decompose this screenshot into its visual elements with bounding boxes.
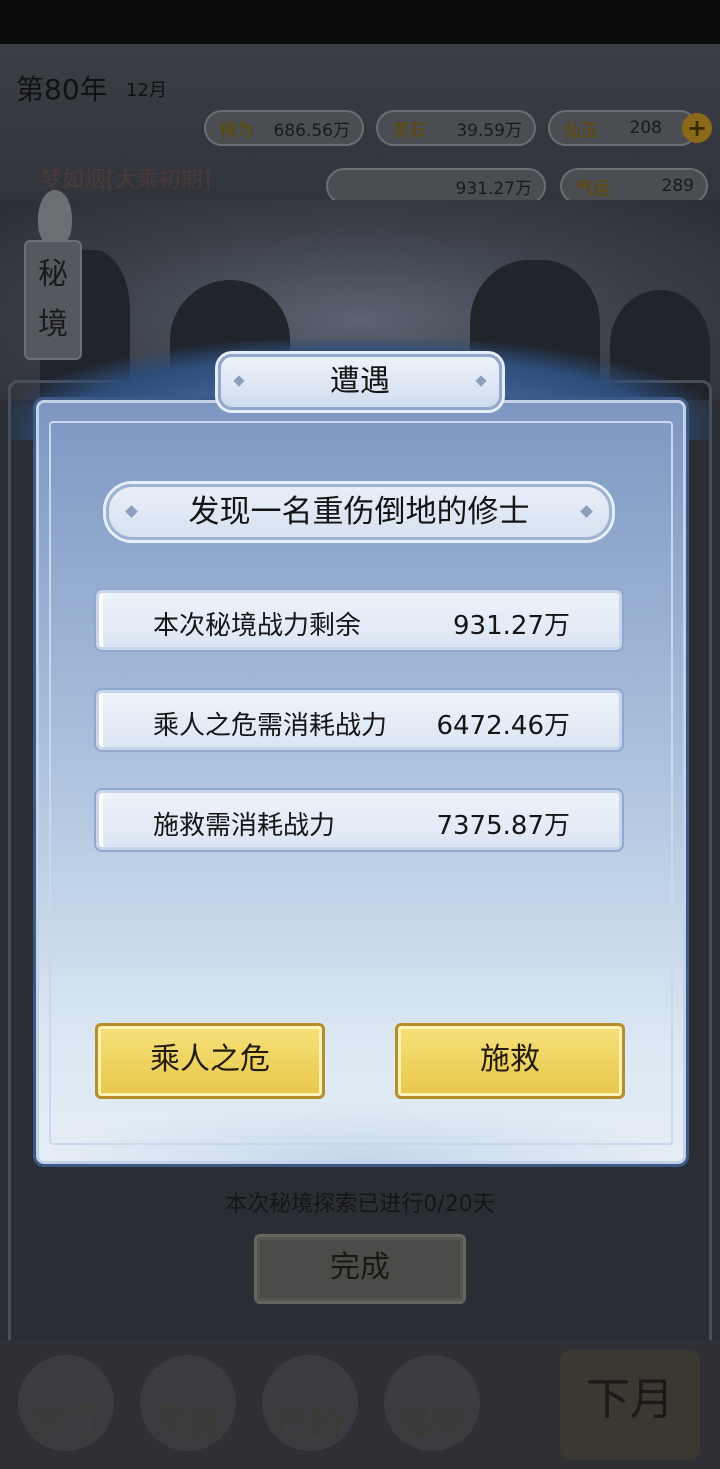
xiuwei-label: 修为 xyxy=(220,120,254,141)
power-counter: 931.27万 xyxy=(326,168,546,204)
diamond-icon xyxy=(125,505,138,518)
exploit-button[interactable]: 乘人之危 xyxy=(95,1023,325,1099)
menu-item-sect[interactable]: 宗门 xyxy=(10,1395,120,1444)
diamond-icon xyxy=(475,375,487,387)
secret-realm-tab-label: 秘 境 xyxy=(38,257,68,342)
stat-row-rescue-cost: 施救需消耗战力 7375.87万 xyxy=(96,790,622,850)
stat-value: 7375.87万 xyxy=(436,811,570,841)
lingshi-value: 39.59万 xyxy=(456,120,522,141)
menu-item-artifact[interactable]: 灵器 xyxy=(132,1395,242,1444)
next-month-button[interactable]: 下月 xyxy=(560,1350,700,1460)
dialog-title: 遭遇 xyxy=(330,364,390,399)
qiyun-counter: 气运 289 xyxy=(560,168,708,204)
dialog-wave-ornament xyxy=(39,1101,683,1161)
exploration-progress: 本次秘境探索已进行0/20天 xyxy=(225,1192,495,1217)
power-value: 931.27万 xyxy=(455,178,532,199)
menu-item-pill[interactable]: 丹药 xyxy=(254,1395,364,1444)
stat-label: 乘人之危需消耗战力 xyxy=(153,711,388,741)
qiyun-value: 289 xyxy=(661,176,694,196)
add-currency-icon[interactable]: + xyxy=(682,113,712,143)
month-label: 12月 xyxy=(126,80,167,101)
xianyu-counter: 仙玉 208 xyxy=(548,110,698,146)
stat-value: 6472.46万 xyxy=(436,711,570,741)
xiuwei-counter: 修为 686.56万 xyxy=(204,110,364,146)
rescue-button[interactable]: 施救 xyxy=(395,1023,625,1099)
lingshi-counter: 灵石 39.59万 xyxy=(376,110,536,146)
event-description: 发现一名重伤倒地的修士 xyxy=(188,494,530,530)
dialog-title-plate: 遭遇 xyxy=(218,354,502,410)
diamond-icon xyxy=(580,505,593,518)
xianyu-label: 仙玉 xyxy=(564,120,598,141)
lingshi-label: 灵石 xyxy=(392,120,426,141)
xiuwei-value: 686.56万 xyxy=(273,120,350,141)
stat-label: 本次秘境战力剩余 xyxy=(153,611,362,641)
year-label: 第80年 xyxy=(16,73,108,106)
diamond-icon xyxy=(233,375,245,387)
stat-row-exploit-cost: 乘人之危需消耗战力 6472.46万 xyxy=(96,690,622,750)
qiyun-label: 气运 xyxy=(576,178,610,199)
stat-value: 931.27万 xyxy=(453,611,570,641)
done-button[interactable]: 完成 xyxy=(254,1234,466,1304)
status-bar xyxy=(0,0,720,44)
flame-icon xyxy=(38,190,72,246)
event-description-plate: 发现一名重伤倒地的修士 xyxy=(106,484,612,540)
menu-item-storage[interactable]: 储物 xyxy=(376,1395,486,1444)
character-name: 梦如烟[大乘初期] xyxy=(40,168,212,193)
stat-row-remaining-power: 本次秘境战力剩余 931.27万 xyxy=(96,590,622,650)
stat-label: 施救需消耗战力 xyxy=(153,811,336,841)
